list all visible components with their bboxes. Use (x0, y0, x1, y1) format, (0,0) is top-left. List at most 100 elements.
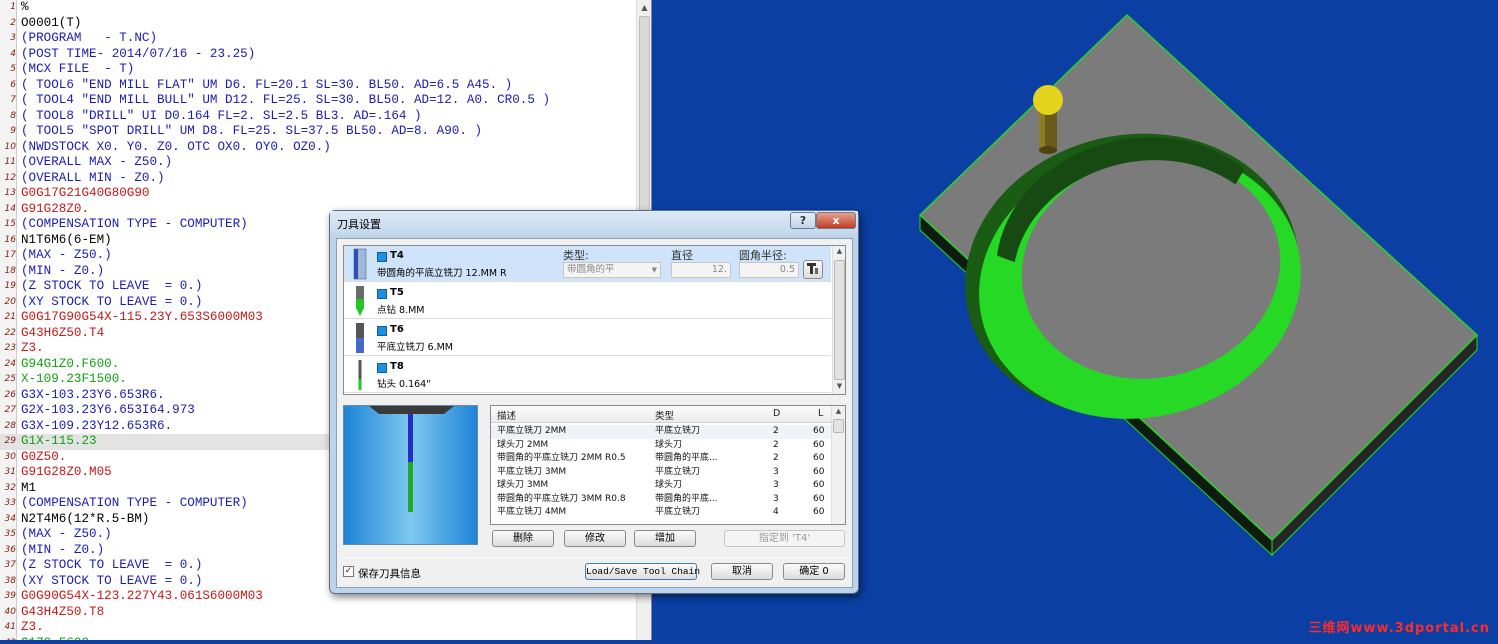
code-text: (MCX FILE - T) (21, 62, 135, 76)
tool-id: T6 (390, 324, 404, 335)
code-line[interactable]: 7 ( TOOL4 "END MILL BULL" UM D12. FL=25. … (0, 93, 636, 109)
tool-description: 平底立铣刀 6.MM (377, 342, 453, 353)
line-number: 8 (10, 110, 16, 121)
line-number: 20 (4, 296, 16, 307)
assign-button[interactable]: 指定到 'T4' (724, 530, 845, 547)
add-button[interactable]: 增加 (634, 530, 696, 547)
code-text: G3X-103.23Y6.653R6. (21, 387, 165, 402)
code-text: (OVERALL MIN - Z0.) (21, 170, 165, 185)
bull-mill-icon (353, 248, 367, 280)
col-desc[interactable]: 描述 (497, 408, 516, 422)
library-scrollbar[interactable]: ▲ (831, 406, 845, 524)
table-row[interactable]: 球头刀 2MM 球头刀 2 60 (491, 439, 831, 453)
code-line[interactable]: 2 O0001(T) (0, 16, 636, 32)
cancel-button[interactable]: 取消 (711, 563, 773, 580)
tool-color-box (377, 326, 387, 336)
tool-library-table[interactable]: 描述 类型 D L 平底立铣刀 2MM 平底立铣刀 2 60 球头刀 2MM 球头刀 2 60… (490, 405, 846, 525)
line-number: 36 (4, 544, 16, 555)
scroll-up-icon[interactable]: ▲ (832, 407, 845, 419)
code-text: G43H4Z50.T8 (21, 604, 105, 619)
col-type[interactable]: 类型 (655, 408, 674, 422)
corner-radius-field[interactable]: 0.5 (739, 262, 799, 278)
table-row[interactable]: 带圆角的平底立铣刀 3MM R0.8 带圆角的平底... 3 60 (491, 493, 831, 507)
code-text: ( TOOL6 "END MILL FLAT" UM D6. FL=20.1 S… (21, 77, 513, 92)
cell-desc: 球头刀 2MM (497, 439, 549, 450)
ok-button[interactable]: 确定 0 (783, 563, 845, 580)
help-button[interactable]: ? (790, 212, 816, 229)
cell-l: 60 (813, 426, 825, 436)
code-text: ( TOOL5 "SPOT DRILL" UM D8. FL=25. SL=37… (21, 124, 483, 138)
delete-button[interactable]: 删除 (492, 530, 554, 547)
tool-settings-dialog[interactable]: 刀具设置 ? x T4 带圆角的平底立铣刀 12.MM R 类型: 带圆角的平 ▼… (329, 210, 859, 594)
code-text: (COMPENSATION TYPE - COMPUTER) (21, 496, 248, 510)
code-line[interactable]: 10 (NWDSTOCK X0. Y0. Z0. OTC OX0. OY0. OZ… (0, 140, 636, 156)
code-line[interactable]: 40 G43H4Z50.T8 (0, 605, 636, 621)
line-number: 10 (4, 141, 16, 152)
cell-desc: 平底立铣刀 2MM (497, 426, 567, 436)
code-line[interactable]: 6 ( TOOL6 "END MILL FLAT" UM D6. FL=20.1 … (0, 78, 636, 94)
line-number: 30 (4, 451, 16, 462)
code-line[interactable]: 12 (OVERALL MIN - Z0.) (0, 171, 636, 187)
modify-button[interactable]: 修改 (564, 530, 626, 547)
table-row[interactable]: 平底立铣刀 3MM 平底立铣刀 3 60 (491, 466, 831, 480)
line-number: 42 (0, 636, 16, 641)
table-row[interactable]: 带圆角的平底立铣刀 2MM R0.5 带圆角的平底... 2 60 (491, 452, 831, 466)
tool-list[interactable]: T4 带圆角的平底立铣刀 12.MM R 类型: 带圆角的平 ▼ 直径 12. 圆… (343, 245, 846, 395)
col-d[interactable]: D (773, 408, 780, 419)
dialog-body: T4 带圆角的平底立铣刀 12.MM R 类型: 带圆角的平 ▼ 直径 12. 圆… (336, 238, 853, 588)
tool-description: 钻头 0.164" (377, 379, 431, 390)
cell-type: 球头刀 (655, 480, 683, 490)
code-text: ( TOOL4 "END MILL BULL" UM D12. FL=25. S… (21, 93, 551, 107)
code-line[interactable]: 4 (POST TIME- 2014/07/16 - 23.25) (0, 47, 636, 63)
close-button[interactable]: x (816, 212, 856, 229)
code-line[interactable]: 5 (MCX FILE - T) (0, 62, 636, 78)
table-row[interactable]: 球头刀 3MM 球头刀 3 60 (491, 479, 831, 493)
code-line[interactable]: 13 G0G17G21G40G80G90 (0, 186, 636, 202)
line-number: 17 (4, 250, 16, 260)
cell-d: 3 (773, 466, 779, 477)
tool-row-t4[interactable]: T4 带圆角的平底立铣刀 12.MM R 类型: 带圆角的平 ▼ 直径 12. 圆… (344, 246, 831, 282)
diameter-field[interactable]: 12. (671, 262, 731, 278)
library-scroll-thumb[interactable] (833, 419, 844, 433)
code-line[interactable]: 11 (OVERALL MAX - Z50.) (0, 155, 636, 171)
scroll-down-icon[interactable]: ▼ (833, 382, 845, 394)
drill-icon (358, 360, 362, 390)
code-line[interactable]: 42 G1Z0.F600. (0, 636, 636, 641)
tool-edit-icon-button[interactable] (803, 260, 823, 279)
load-save-tool-chain-button[interactable]: Load/Save Tool Chain (585, 563, 700, 580)
save-tool-info-checkbox[interactable]: ✓ (343, 566, 354, 577)
code-text: (POST TIME- 2014/07/16 - 23.25) (21, 46, 256, 61)
tool-row-t5[interactable]: T5 点钻 8.MM (344, 283, 831, 319)
code-text: N2T4M6(12*R.5-BM) (21, 511, 150, 526)
code-line[interactable]: 8 ( TOOL8 "DRILL" UI D0.164 FL=2. SL=2.5 … (0, 109, 636, 125)
type-select[interactable]: 带圆角的平 ▼ (563, 262, 661, 278)
code-line[interactable]: 3 (PROGRAM - T.NC) (0, 31, 636, 47)
table-row[interactable]: 平底立铣刀 4MM 平底立铣刀 4 60 (491, 506, 831, 520)
table-row[interactable]: 平底立铣刀 2MM 平底立铣刀 2 60 (491, 425, 831, 439)
col-l[interactable]: L (818, 408, 823, 419)
tool-list-scroll-thumb[interactable] (834, 260, 845, 380)
tool-row-t8[interactable]: T8 钻头 0.164" (344, 357, 831, 393)
tool-row-t6[interactable]: T6 平底立铣刀 6.MM (344, 320, 831, 356)
code-line[interactable]: 1% (0, 0, 636, 16)
line-number: 29 (4, 436, 16, 446)
tool-preview-graphic (369, 406, 454, 512)
code-line[interactable]: 41 Z3. (0, 620, 636, 636)
code-text: (MIN - Z0.) (21, 542, 105, 557)
line-number: 6 (10, 79, 16, 90)
dialog-titlebar[interactable]: 刀具设置 ? x (330, 211, 858, 235)
cell-l: 60 (813, 493, 825, 504)
cell-d: 2 (773, 426, 779, 436)
code-text: (XY STOCK TO LEAVE = 0.) (21, 573, 203, 588)
line-number: 11 (4, 157, 16, 167)
cell-type: 平底立铣刀 (655, 507, 701, 517)
line-number: 9 (10, 126, 16, 136)
line-number: 13 (4, 188, 16, 198)
line-number: 38 (4, 575, 16, 586)
scroll-up-icon[interactable]: ▲ (833, 247, 845, 259)
line-number: 18 (4, 265, 16, 276)
tool-list-scrollbar[interactable]: ▲ ▼ (832, 246, 845, 394)
scroll-up-icon[interactable]: ▲ (637, 0, 651, 15)
code-text: Z3. (21, 341, 44, 355)
code-line[interactable]: 9 ( TOOL5 "SPOT DRILL" UM D8. FL=25. SL=3… (0, 124, 636, 140)
